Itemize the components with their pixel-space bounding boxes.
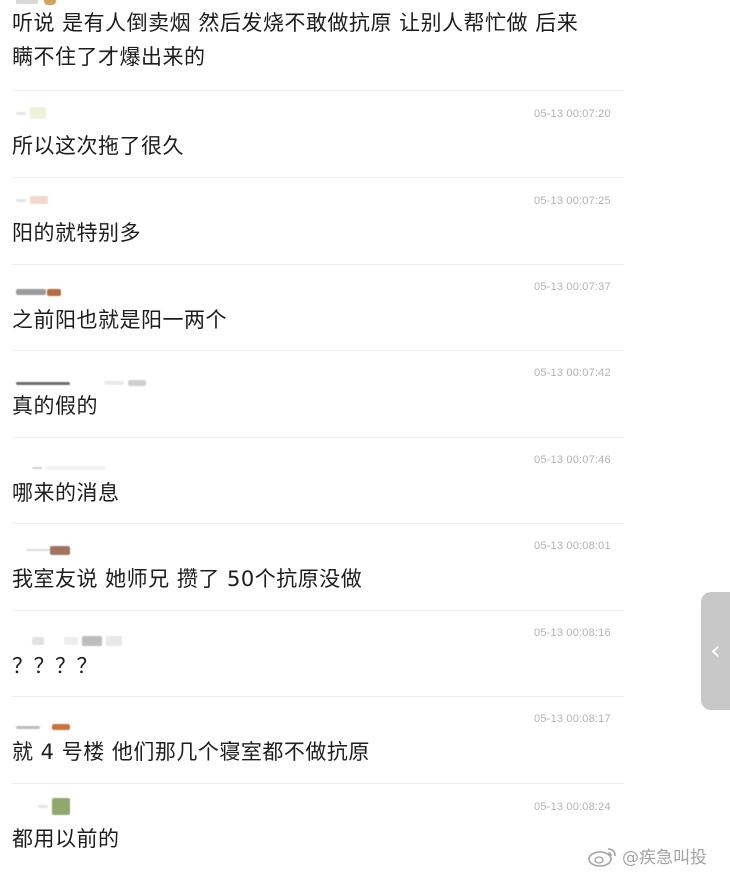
side-panel-handle[interactable]: ‹ bbox=[701, 592, 730, 710]
sender-name-blurred bbox=[16, 460, 110, 476]
message-text: 所以这次拖了很久 bbox=[12, 134, 184, 158]
divider bbox=[12, 264, 624, 265]
watermark-text: @疾急叫投 bbox=[622, 848, 707, 868]
message-text: 阳的就特别多 bbox=[12, 221, 141, 245]
message-text: 就 4 号楼 他们那几个寝室都不做抗原 bbox=[12, 740, 370, 764]
message-timestamp: 05-13 00:07:46 bbox=[534, 454, 611, 466]
sender-name-blurred bbox=[16, 633, 126, 649]
message-text: 我室友说 她师兄 攒了 50个抗原没做 bbox=[12, 567, 363, 591]
name-blur bbox=[16, 0, 38, 4]
message-text: 真的假的 bbox=[12, 394, 98, 418]
message-timestamp: 05-13 00:08:17 bbox=[534, 713, 611, 725]
divider bbox=[12, 783, 624, 784]
message-timestamp: 05-13 00:07:20 bbox=[534, 108, 611, 120]
chat-message-list[interactable]: 听说 是有人倒卖烟 然后发烧不敢做抗原 让别人帮忙做 后来 瞒不住了才爆出来的 … bbox=[0, 0, 730, 875]
avatar bbox=[44, 0, 56, 5]
message-text: 听说 是有人倒卖烟 然后发烧不敢做抗原 让别人帮忙做 后来 瞒不住了才爆出来的 bbox=[12, 11, 579, 69]
weibo-logo-icon bbox=[588, 847, 616, 867]
divider bbox=[12, 610, 624, 611]
message-text: 之前阳也就是阳一两个 bbox=[12, 308, 227, 332]
message-timestamp: 05-13 00:08:01 bbox=[534, 540, 611, 552]
message-timestamp: 05-13 00:07:25 bbox=[534, 195, 611, 207]
chevron-left-icon: ‹ bbox=[710, 636, 721, 666]
sender-name-blurred bbox=[16, 105, 50, 121]
watermark: @疾急叫投 bbox=[588, 843, 707, 868]
message-text: 哪来的消息 bbox=[12, 481, 120, 505]
message-timestamp: 05-13 00:07:37 bbox=[534, 281, 611, 293]
sender-name-blurred bbox=[16, 797, 74, 815]
divider bbox=[12, 350, 624, 351]
divider bbox=[12, 90, 624, 91]
sender-name-blurred bbox=[16, 719, 74, 735]
message-timestamp: 05-13 00:08:16 bbox=[534, 627, 611, 639]
divider bbox=[12, 437, 624, 438]
message-text: 都用以前的 bbox=[12, 827, 120, 851]
sender-name-blurred bbox=[16, 542, 74, 558]
message-text: ？？？？ bbox=[12, 654, 98, 678]
sender-name-blurred bbox=[16, 192, 52, 208]
sender-name-blurred bbox=[16, 284, 65, 300]
message-timestamp: 05-13 00:08:24 bbox=[534, 801, 611, 813]
divider bbox=[12, 523, 624, 524]
divider bbox=[12, 177, 624, 178]
message-timestamp: 05-13 00:07:42 bbox=[534, 367, 611, 379]
divider bbox=[12, 696, 624, 697]
